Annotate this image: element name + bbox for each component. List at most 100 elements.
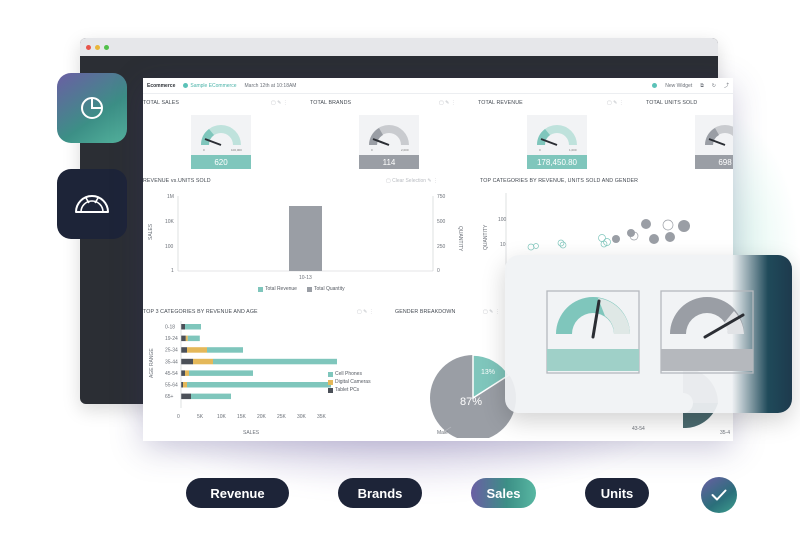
checkmark-icon	[711, 489, 727, 501]
age-tick-label: 35-44	[165, 359, 178, 365]
new-widget-button[interactable]: New Widget	[665, 83, 692, 89]
age-label: 35-4	[720, 430, 731, 436]
x-axis-label: SALES	[243, 430, 260, 436]
confirm-button[interactable]	[701, 477, 737, 513]
gauge-chart-card[interactable]	[57, 169, 127, 239]
widget-toolbar-icons[interactable]: ▢ ✎ ⋮	[483, 309, 500, 315]
total-units-title: TOTAL UNITS SOLD	[646, 100, 698, 106]
total-revenue-value: 178,450.80	[527, 155, 587, 169]
bar-segment	[185, 335, 188, 342]
gauge-icon: 0 1,000	[527, 115, 587, 155]
dashboard-brand: Ecommerce	[147, 82, 176, 89]
y-tick-label: 100	[165, 244, 174, 250]
widget-toolbar-icons[interactable]: ▢ ✎ ⋮	[271, 100, 288, 106]
total-revenue-title: TOTAL REVENUE	[478, 100, 523, 106]
legend-label: Digital Cameras	[335, 379, 371, 385]
total-brands-gauge: 0 2,000 114	[359, 115, 419, 169]
header-actions: New Widget ⧉ ↻ ⤴	[652, 82, 733, 89]
y-tick-label: 100	[498, 217, 507, 223]
pie-chart-card[interactable]	[57, 73, 127, 143]
bar-segment	[193, 358, 213, 365]
filter-icon[interactable]: ⧉	[700, 83, 704, 89]
age-tick-label: 19-24	[165, 336, 178, 342]
y2-tick-label: 500	[437, 219, 446, 225]
maximize-window-dot[interactable]	[104, 44, 109, 50]
legend-swatch	[328, 379, 333, 385]
bar-segment	[189, 370, 253, 376]
new-widget-icon	[652, 83, 658, 88]
bar-segment	[181, 347, 187, 353]
bar-segment	[181, 335, 186, 342]
legend-label: Total Revenue	[265, 286, 297, 292]
sales-button[interactable]: Sales	[471, 478, 536, 508]
age-tick-label: 0-18	[165, 325, 175, 331]
gauge-icon	[75, 195, 109, 213]
y-tick-label: 1	[171, 268, 174, 274]
gauge-icon: 0 100,000	[191, 115, 251, 155]
legend-item[interactable]: Total Revenue	[258, 286, 297, 292]
scatter-point	[662, 219, 674, 231]
scatter-point	[527, 243, 535, 251]
x-tick-label: 15K	[237, 414, 247, 420]
widget-toolbar-icons[interactable]: ▢ ✎ ⋮	[439, 100, 456, 106]
bar-segment	[181, 393, 191, 400]
pie-small-pct: 13%	[481, 369, 495, 376]
units-button[interactable]: Units	[585, 478, 649, 508]
total-sales-title: TOTAL SALES	[143, 100, 180, 106]
legend-swatch	[258, 286, 263, 292]
bar-segment	[181, 370, 185, 376]
legend-item[interactable]: Digital Cameras	[328, 379, 371, 385]
legend-item[interactable]: Cell Phones	[328, 371, 362, 377]
total-brands-value: 114	[359, 155, 419, 169]
share-icon[interactable]: ⤴	[724, 82, 729, 89]
bar-total-quantity	[289, 206, 322, 271]
legend-item[interactable]: Tablet PCs	[328, 387, 359, 393]
x-tick-label: 35K	[317, 414, 327, 420]
gender-title: GENDER BREAKDOWN	[395, 309, 456, 315]
bar-segment	[191, 393, 231, 400]
bar-segment	[181, 358, 193, 365]
gauge-max: 100,000	[231, 148, 242, 152]
teal-gauge	[546, 290, 640, 374]
x-tick-label: 0	[177, 414, 180, 420]
clear-selection-label: Clear Selection	[392, 178, 427, 184]
gauge-icon	[695, 115, 733, 155]
pie-chart-icon	[81, 97, 103, 119]
breadcrumb-dot-icon	[183, 83, 189, 88]
top-categories-title: TOP CATEGORIES BY REVENUE, UNITS SOLD AN…	[480, 178, 639, 184]
legend-label: Tablet PCs	[335, 387, 360, 393]
gauge-overlay-card	[505, 255, 792, 413]
legend-swatch	[307, 286, 312, 292]
age-tick-label: 55-64	[165, 383, 178, 389]
gauge-max: 2,000	[401, 148, 409, 152]
refresh-icon[interactable]: ↻	[712, 83, 716, 89]
bar-segment	[183, 382, 187, 388]
bar-segment	[187, 347, 207, 353]
total-sales-value: 620	[191, 155, 251, 169]
x-tick-label: 30K	[297, 414, 307, 420]
scatter-point	[641, 219, 651, 229]
scatter-point	[649, 234, 659, 244]
total-sales-gauge: 0 100,000 620	[191, 115, 251, 169]
legend-swatch	[328, 371, 333, 377]
x-tick-label: 5K	[197, 414, 204, 420]
pie-big-pct: 87%	[460, 396, 482, 408]
widget-toolbar-icons[interactable]: ▢ ✎ ⋮	[607, 100, 624, 106]
bar-segment	[187, 382, 331, 388]
bar-segment	[187, 335, 200, 342]
dashboard-breadcrumb[interactable]: Sample ECommerce	[183, 83, 237, 89]
scatter-point	[678, 220, 690, 232]
clear-selection-button[interactable]: ▢ Clear Selection ✎ ⋮	[386, 178, 438, 184]
widget-toolbar-icons[interactable]: ▢ ✎ ⋮	[357, 309, 374, 315]
brands-button[interactable]: Brands	[338, 478, 422, 508]
y-tick-label: 10K	[165, 219, 175, 225]
gray-gauge	[660, 290, 754, 374]
legend-swatch	[328, 387, 333, 393]
x-tick-label: 25K	[277, 414, 287, 420]
legend-item[interactable]: Total Quantity	[307, 286, 345, 292]
revenue-button[interactable]: Revenue	[186, 478, 289, 508]
close-window-dot[interactable]	[86, 44, 91, 50]
bar-segment	[181, 382, 183, 388]
total-units-gauge: 698	[695, 115, 733, 169]
minimize-window-dot[interactable]	[95, 44, 100, 50]
